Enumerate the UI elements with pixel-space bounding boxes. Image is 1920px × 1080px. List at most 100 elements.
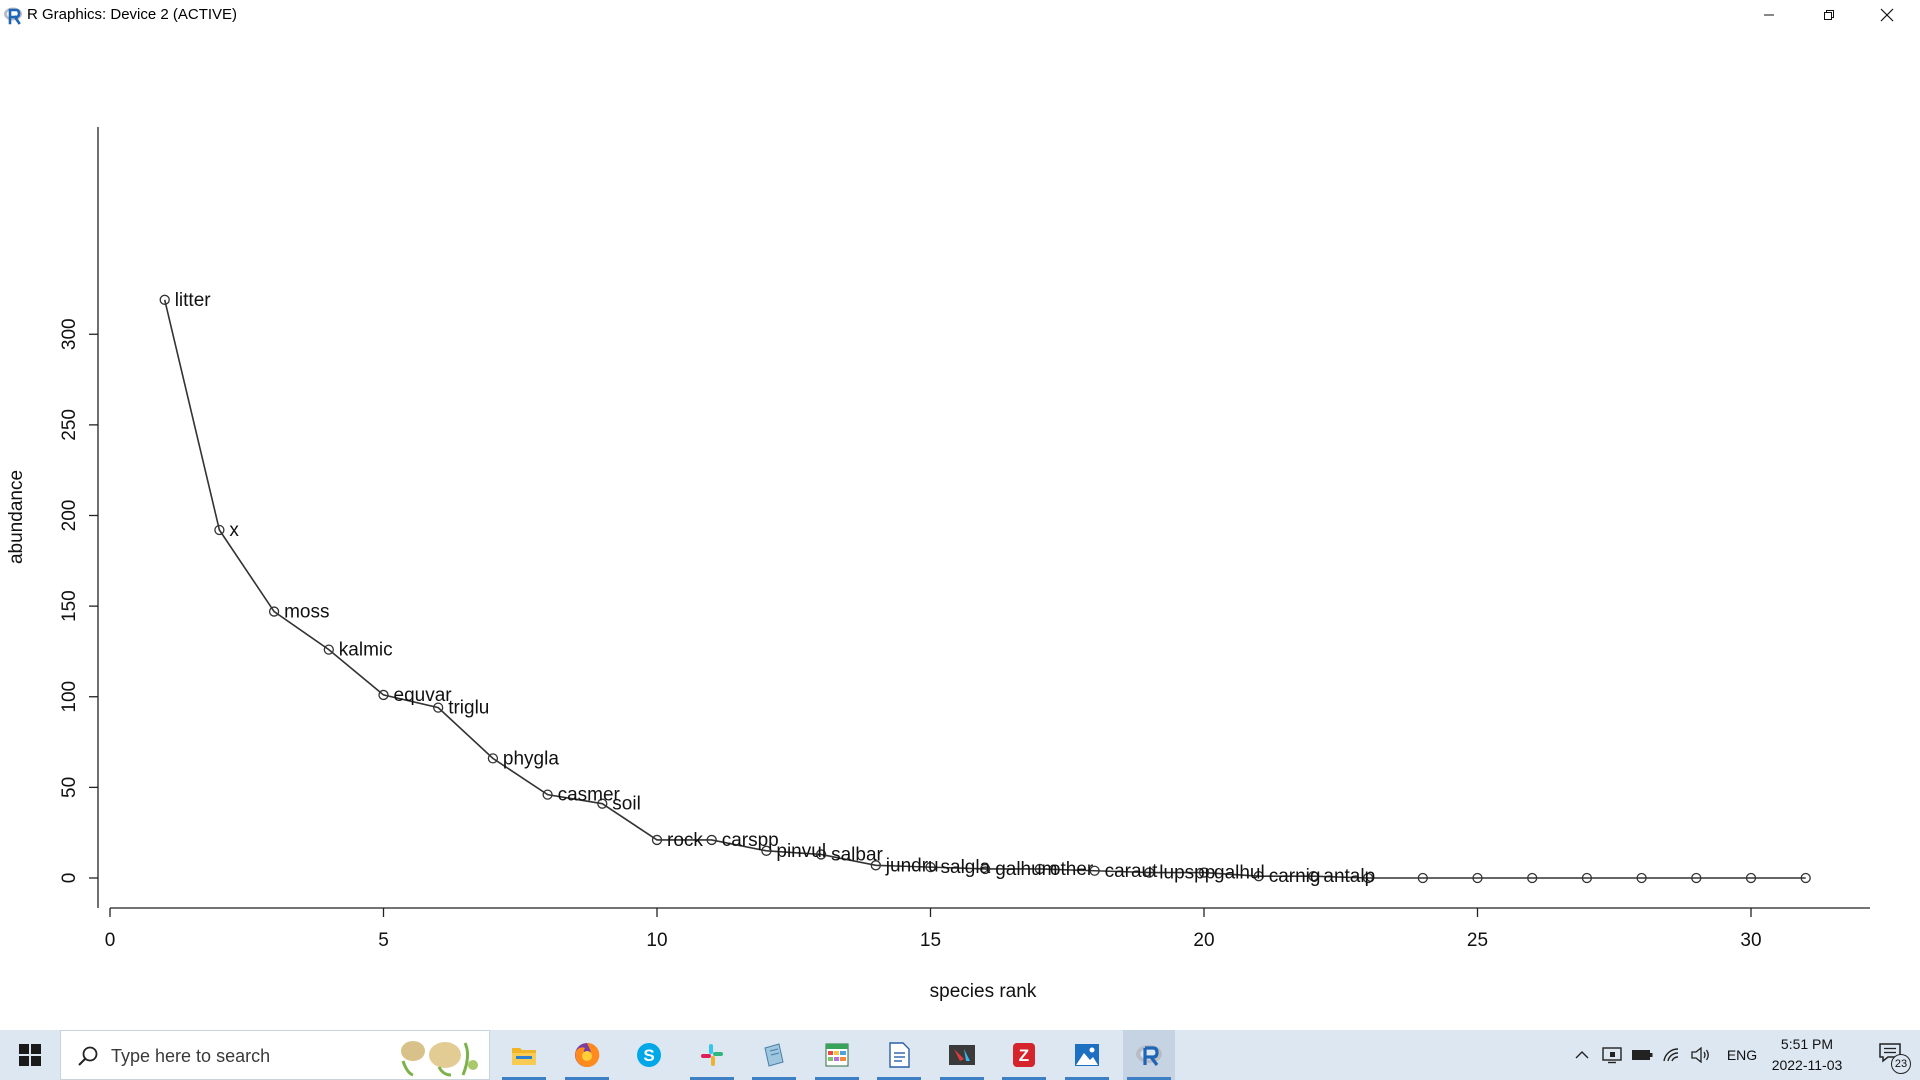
firefox-icon — [574, 1042, 600, 1068]
point-label: casmer — [558, 785, 621, 806]
taskbar-app-file-explorer[interactable] — [498, 1030, 550, 1080]
windows-logo-icon — [19, 1044, 41, 1066]
clock-time: 5:51 PM — [1780, 1036, 1834, 1052]
search-input[interactable]: Type here to search — [60, 1030, 490, 1080]
close-icon — [1880, 8, 1894, 22]
y-tick-label: 150 — [59, 590, 80, 622]
input-language-button[interactable]: ENG — [1720, 1030, 1764, 1080]
notepad-icon — [761, 1042, 787, 1068]
point-label: phygla — [503, 748, 559, 769]
notification-center-button[interactable]: 23 — [1866, 1030, 1920, 1080]
svg-text:S: S — [643, 1046, 654, 1065]
taskbar-app-snipping-tool[interactable] — [936, 1030, 988, 1080]
point-label: pinvul — [776, 841, 826, 862]
photos-icon — [1074, 1043, 1100, 1067]
axes: 0 5 10 15 20 25 30050100150200250300 — [59, 127, 1870, 951]
volume-button[interactable] — [1686, 1030, 1716, 1080]
slack-icon — [699, 1042, 725, 1068]
display-icon — [1602, 1047, 1622, 1064]
taskbar-app-spreadsheet[interactable] — [811, 1030, 863, 1080]
taskbar-app-zotero[interactable]: Z — [998, 1030, 1050, 1080]
x-tick-label: 10 — [646, 930, 667, 951]
window-titlebar: R Graphics: Device 2 (ACTIVE) — [0, 0, 1920, 30]
minimize-icon — [1764, 14, 1774, 16]
point-label: salbar — [831, 844, 883, 865]
file-explorer-icon — [511, 1044, 537, 1066]
point-label: jundru — [885, 855, 939, 876]
point-label: soil — [612, 794, 641, 815]
taskbar-app-r[interactable] — [1123, 1030, 1175, 1080]
x-axis-label: species rank — [930, 981, 1037, 1002]
restore-icon — [1824, 10, 1834, 20]
svg-text:Z: Z — [1019, 1046, 1029, 1065]
notification-count: 23 — [1894, 1058, 1908, 1070]
taskbar-app-photos[interactable] — [1061, 1030, 1113, 1080]
r-icon — [1135, 1043, 1163, 1067]
tray-app-button[interactable] — [1598, 1030, 1626, 1080]
y-tick-label: 50 — [59, 777, 80, 798]
series-line — [159, 294, 1811, 884]
taskbar-app-firefox[interactable] — [561, 1030, 613, 1080]
x-tick-label: 25 — [1467, 930, 1488, 951]
skype-icon: S — [636, 1042, 662, 1068]
search-icon — [78, 1046, 98, 1066]
x-tick-label: 5 — [378, 930, 389, 951]
close-button[interactable] — [1858, 0, 1916, 30]
speaker-icon — [1691, 1047, 1709, 1063]
point-label: kalmic — [339, 640, 393, 661]
r-logo-icon — [4, 7, 22, 25]
y-tick-label: 0 — [59, 873, 80, 884]
point-label: moss — [284, 602, 329, 623]
start-button[interactable] — [0, 1030, 60, 1080]
battery-button[interactable] — [1628, 1030, 1656, 1080]
point-label: triglu — [448, 698, 489, 719]
point-label: equvar — [394, 685, 453, 706]
y-tick-label: 300 — [59, 318, 80, 350]
point-label: galhum — [995, 859, 1057, 880]
y-tick-label: 250 — [59, 409, 80, 441]
point-label: litter — [175, 290, 212, 311]
abundance-line — [163, 299, 1806, 879]
taskbar: Type here to search S Z ENG 5:51 PM 2022-… — [0, 1030, 1920, 1080]
show-hidden-icons-button[interactable] — [1568, 1030, 1596, 1080]
point-label: caraut — [1105, 861, 1159, 882]
taskbar-app-document[interactable] — [873, 1030, 925, 1080]
point-labels: litter x moss kalmic equvartriglu phygla casme… — [175, 290, 1375, 887]
chevron-up-icon — [1575, 1051, 1589, 1059]
point-label: galhul — [1214, 863, 1265, 884]
y-tick-label: 100 — [59, 681, 80, 713]
document-icon — [888, 1042, 910, 1068]
snipping-tool-icon — [948, 1043, 976, 1067]
clock-button[interactable]: 5:51 PM 2022-11-03 — [1762, 1034, 1852, 1076]
point-label: x — [229, 520, 239, 541]
rank-abundance-chart: 0 5 10 15 20 25 30050100150200250300 litterxmo… — [6, 127, 1870, 1002]
minimize-button[interactable] — [1740, 0, 1798, 30]
x-tick-label: 15 — [920, 930, 941, 951]
taskbar-app-slack[interactable] — [686, 1030, 738, 1080]
restore-button[interactable] — [1800, 0, 1858, 30]
x-tick-label: 30 — [1740, 930, 1761, 951]
wifi-icon — [1663, 1048, 1679, 1062]
x-tick-label: 0 — [105, 930, 116, 951]
clock-date: 2022-11-03 — [1771, 1057, 1843, 1073]
point-label: carspp — [722, 830, 779, 851]
point-label: lupspp — [1159, 863, 1215, 884]
point-label: other — [1050, 859, 1094, 880]
network-button[interactable] — [1658, 1030, 1686, 1080]
point-label: carnig — [1269, 866, 1321, 887]
spreadsheet-icon — [824, 1042, 850, 1068]
plot-area: 0 5 10 15 20 25 30 0 50 100 150 200 250 300 litter x mo… — [0, 30, 1920, 1030]
y-tick-label: 200 — [59, 500, 80, 532]
window-title: R Graphics: Device 2 (ACTIVE) — [27, 6, 238, 23]
search-highlight-illustration-icon — [401, 1041, 478, 1077]
notification-count-badge: 23 — [1891, 1054, 1911, 1074]
point-label: salgla — [941, 857, 991, 878]
taskbar-app-notepad[interactable] — [748, 1030, 800, 1080]
x-tick-label: 20 — [1193, 930, 1214, 951]
point-label: antalp — [1323, 866, 1375, 887]
search-placeholder: Type here to search — [111, 1046, 271, 1066]
point-label: rock — [667, 830, 703, 851]
taskbar-app-skype[interactable]: S — [623, 1030, 675, 1080]
battery-icon — [1632, 1050, 1653, 1060]
language-indicator: ENG — [1726, 1047, 1758, 1063]
